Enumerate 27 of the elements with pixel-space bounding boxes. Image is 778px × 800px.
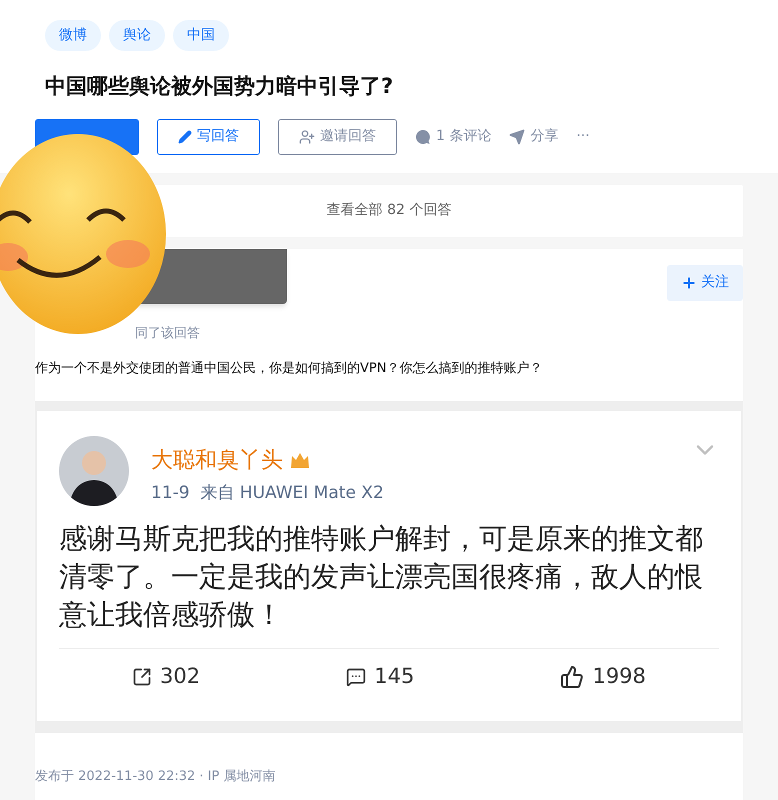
upvote-count-text: 同了该回答 bbox=[135, 324, 201, 342]
topic-tag[interactable]: 微博 bbox=[45, 20, 101, 51]
send-icon bbox=[509, 128, 526, 144]
comment-stat[interactable]: 145 bbox=[346, 661, 414, 692]
repost-stat[interactable]: 302 bbox=[132, 661, 200, 692]
repost-icon bbox=[132, 666, 152, 687]
like-stat[interactable]: 1998 bbox=[560, 661, 646, 692]
follow-button[interactable]: 关注 bbox=[667, 264, 743, 300]
question-text: 作为一个不是外交使团的普通中国公民，你是如何搞到的VPN？你怎么搞到的推特账户？ bbox=[35, 360, 544, 378]
pencil-icon bbox=[178, 130, 192, 144]
add-user-icon bbox=[299, 128, 315, 144]
comments-button[interactable]: 1 条评论 bbox=[415, 126, 492, 147]
more-button[interactable]: ··· bbox=[576, 126, 590, 147]
share-button[interactable]: 分享 bbox=[509, 126, 558, 147]
plus-icon bbox=[681, 274, 697, 290]
comment-icon bbox=[346, 666, 366, 687]
weibo-post-text: 感谢马斯克把我的推特账户解封，可是原来的推文都清零了。一定是我的发声让漂亮国很疼痛，敌人的恨意让我倍感骄傲！ bbox=[59, 521, 704, 633]
publish-info: 发布于 2022-11-30 22:32 · IP 属地河南 bbox=[35, 768, 276, 786]
write-answer-button[interactable]: 写回答 bbox=[157, 118, 260, 154]
weibo-username: 大聪和臭丫头 bbox=[151, 446, 283, 474]
question-title: 中国哪些舆论被外国势力暗中引导了? bbox=[45, 73, 394, 100]
comment-icon bbox=[415, 128, 431, 144]
thumbs-up-icon bbox=[560, 664, 584, 689]
topic-tag[interactable]: 中国 bbox=[173, 20, 229, 51]
invite-answer-button[interactable]: 邀请回答 bbox=[278, 118, 397, 154]
topic-tag[interactable]: 舆论 bbox=[109, 20, 165, 51]
post-meta: 11-9 来自 HUAWEI Mate X2 bbox=[151, 482, 385, 504]
